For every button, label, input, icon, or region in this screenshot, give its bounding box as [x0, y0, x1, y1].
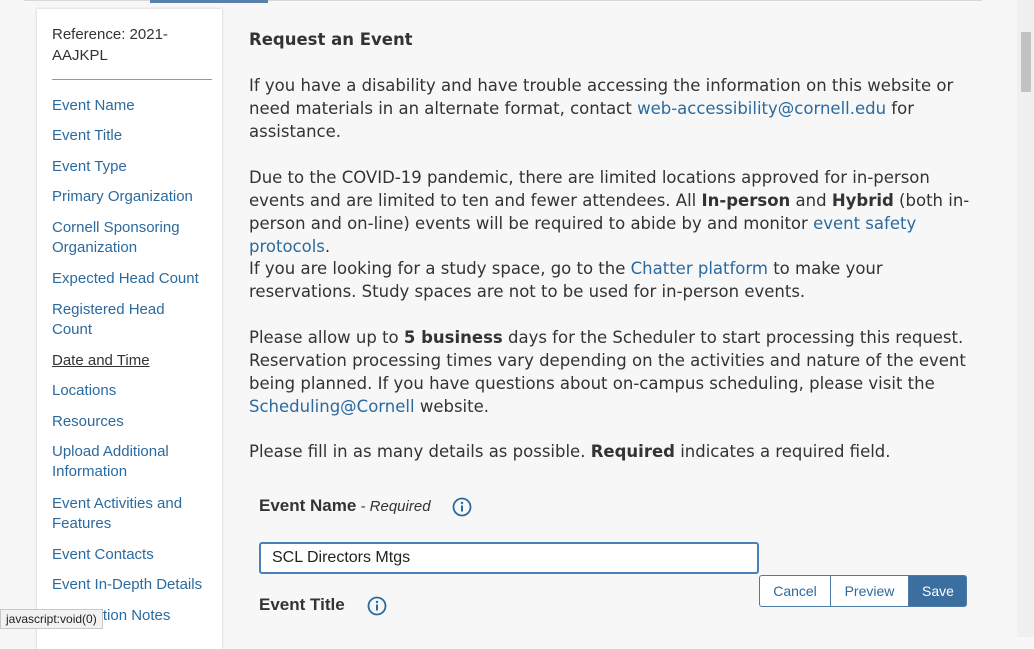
accessibility-email-link[interactable]: web-accessibility@cornell.edu [637, 99, 886, 118]
sidebar-item-event-title[interactable]: Event Title [52, 126, 212, 146]
processing-time-paragraph: Please allow up to 5 business days for t… [249, 328, 966, 416]
active-tab-indicator [150, 0, 268, 3]
reference-number: Reference: 2021-AAJKPL [52, 26, 168, 64]
sidebar-item-event-name[interactable]: Event Name [52, 96, 212, 116]
sidebar-item-registered-head-count[interactable]: Registered Head Count [52, 300, 182, 340]
preview-button[interactable]: Preview [831, 575, 909, 607]
sidebar-item-upload-additional-information[interactable]: Upload Additional Information [52, 442, 192, 482]
required-fields-paragraph: Please fill in as many details as possib… [249, 442, 891, 461]
save-button[interactable]: Save [909, 575, 967, 607]
scheduling-cornell-link[interactable]: Scheduling@Cornell [249, 397, 415, 416]
event-name-label: Event Name - Required [259, 496, 431, 515]
accessibility-paragraph: If you have a disability and have troubl… [249, 76, 954, 141]
required-indicator: - Required [356, 498, 431, 515]
status-bar-url: javascript:void(0) [0, 609, 103, 629]
info-icon[interactable] [452, 497, 472, 517]
event-title-label: Event Title [259, 595, 345, 614]
sidebar-item-event-contacts[interactable]: Event Contacts [52, 545, 212, 565]
sidebar-item-sponsoring-organization[interactable]: Cornell Sponsoring Organization [52, 218, 212, 258]
sidebar-item-expected-head-count[interactable]: Expected Head Count [52, 269, 212, 289]
scrollbar-thumb[interactable] [1021, 32, 1031, 92]
sidebar-item-date-and-time[interactable]: Date and Time [52, 351, 212, 371]
sidebar-item-event-in-depth-details[interactable]: Event In-Depth Details [52, 575, 212, 595]
event-name-input[interactable] [259, 542, 759, 574]
sidebar-item-resources[interactable]: Resources [52, 412, 212, 432]
cancel-button[interactable]: Cancel [759, 575, 831, 607]
page-title: Request an Event [249, 30, 413, 49]
form-action-buttons: Cancel Preview Save [759, 575, 967, 607]
sidebar-item-event-type[interactable]: Event Type [52, 157, 212, 177]
sidebar-item-locations[interactable]: Locations [52, 381, 212, 401]
covid-paragraph: Due to the COVID-19 pandemic, there are … [249, 168, 970, 256]
sidebar-item-primary-organization[interactable]: Primary Organization [52, 187, 212, 207]
sidebar-item-event-activities[interactable]: Event Activities and Features [52, 494, 202, 534]
vertical-scrollbar[interactable] [1017, 0, 1034, 637]
info-icon[interactable] [367, 596, 387, 616]
section-nav-sidebar: Reference: 2021-AAJKPL Event Name Event … [37, 9, 222, 649]
study-space-paragraph: If you are looking for a study space, go… [249, 259, 883, 301]
chatter-platform-link[interactable]: Chatter platform [631, 259, 768, 278]
sidebar-divider [52, 79, 212, 80]
